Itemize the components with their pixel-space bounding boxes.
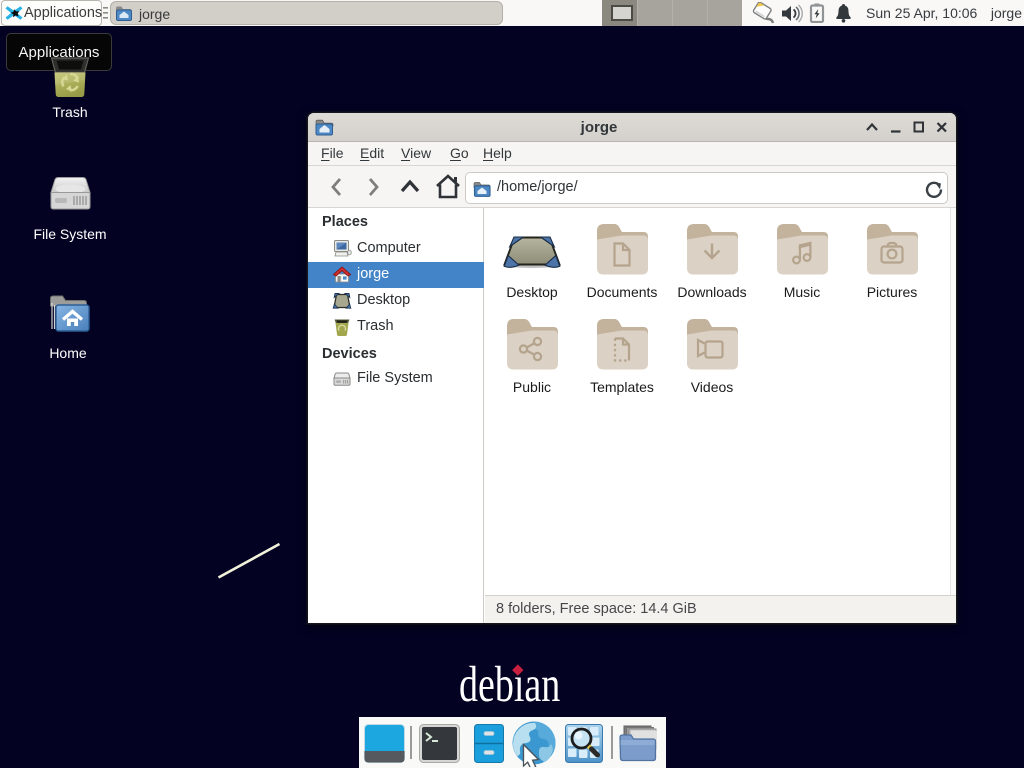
svg-text:debıan: debıan bbox=[459, 660, 560, 705]
